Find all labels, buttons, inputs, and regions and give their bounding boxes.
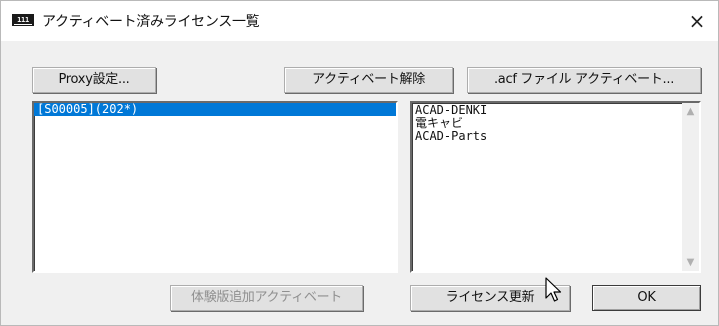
proxy-settings-button[interactable]: Proxy設定... <box>32 67 156 93</box>
scroll-up-icon[interactable]: ▲ <box>682 103 699 120</box>
license-listbox[interactable]: [S00005](202*) <box>32 101 398 273</box>
mouse-cursor-icon <box>545 277 562 302</box>
product-listbox[interactable]: ACAD-DENKI 電キャビ ACAD-Parts ▲ ▼ <box>410 101 701 273</box>
product-list-item: ACAD-Parts <box>415 129 488 143</box>
close-icon[interactable]: × <box>676 1 718 41</box>
product-list-scrollbar[interactable]: ▲ ▼ <box>682 103 699 271</box>
license-list-item[interactable]: [S00005](202*) <box>34 103 396 116</box>
acf-file-activate-button[interactable]: .acf ファイル アクティベート... <box>467 67 701 93</box>
app-icon: 111 <box>12 14 34 26</box>
ok-button[interactable]: OK <box>592 285 701 311</box>
license-dialog: 111 アクティベート済みライセンス一覧 × Proxy設定... アクティベー… <box>0 0 719 326</box>
window-title: アクティベート済みライセンス一覧 <box>42 14 260 30</box>
trial-activate-button[interactable]: 体験版追加アクティベート <box>170 285 363 311</box>
scroll-down-icon[interactable]: ▼ <box>682 254 699 271</box>
title-bar: 111 アクティベート済みライセンス一覧 × <box>1 1 718 41</box>
deactivate-button[interactable]: アクティベート解除 <box>284 67 453 93</box>
